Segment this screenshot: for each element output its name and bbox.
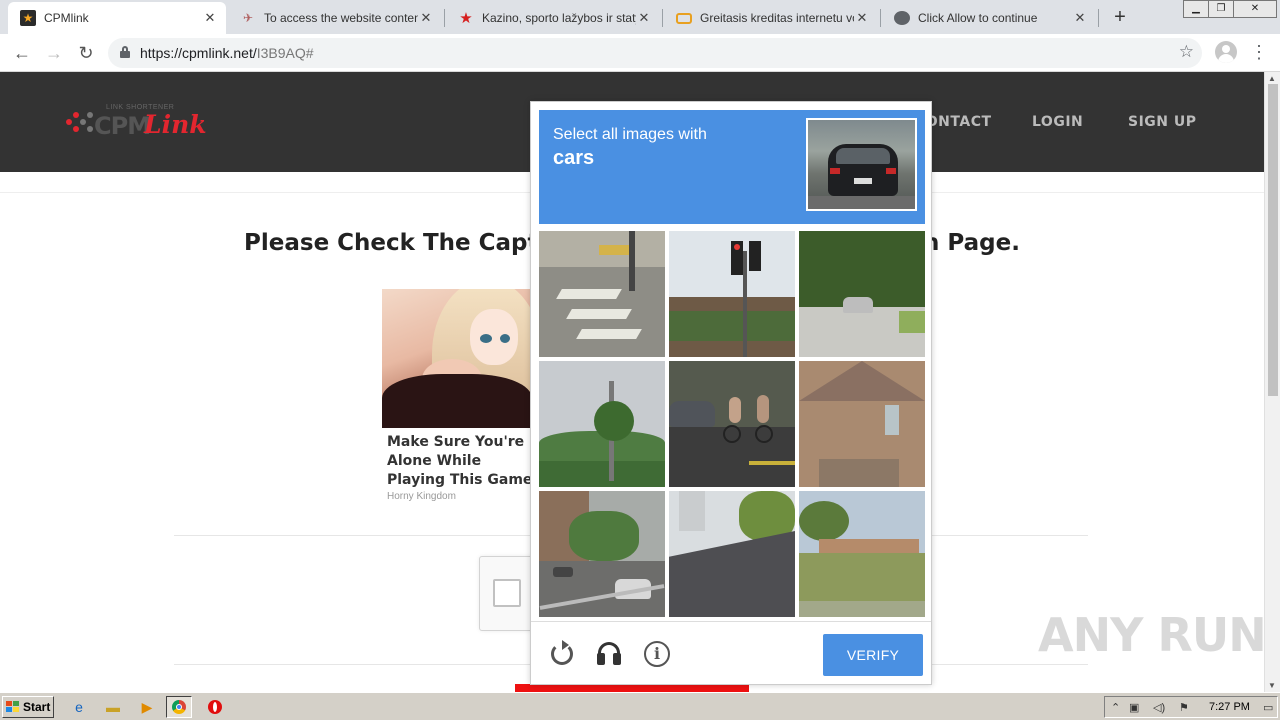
captcha-tile-brick-house[interactable] bbox=[799, 361, 925, 487]
ad-card[interactable]: Make Sure You're Alone While Playing Thi… bbox=[382, 289, 532, 509]
scroll-up-icon[interactable]: ▲ bbox=[1268, 74, 1276, 83]
window-close-button[interactable]: ✕ bbox=[1233, 0, 1277, 18]
nav-sign-up[interactable]: SIGN UP bbox=[1128, 114, 1197, 130]
tab-bar: ★ CPMlink ✕ ✈ To access the website cont… bbox=[0, 0, 1280, 34]
tab-separator bbox=[880, 9, 881, 27]
captcha-tile-park-building[interactable] bbox=[799, 491, 925, 617]
logo-cpm-text: CPM bbox=[94, 112, 151, 140]
tab-title: Click Allow to continue bbox=[918, 11, 1038, 25]
captcha-footer: i VERIFY bbox=[531, 621, 931, 685]
tab-access-content[interactable]: ✈ To access the website content, ✕ bbox=[228, 2, 442, 34]
ad-source: Horny Kingdom bbox=[387, 491, 456, 502]
close-icon[interactable]: ✕ bbox=[854, 10, 870, 26]
captcha-grid bbox=[539, 231, 925, 617]
tab-cpmlink[interactable]: ★ CPMlink ✕ bbox=[8, 2, 226, 34]
vertical-scrollbar[interactable]: ▲ ▼ bbox=[1264, 72, 1280, 692]
captcha-tile-car-on-road[interactable] bbox=[799, 231, 925, 357]
red-star-icon: ★ bbox=[459, 9, 473, 27]
folder-icon[interactable]: ▬ bbox=[100, 696, 126, 718]
reload-challenge-icon[interactable] bbox=[548, 640, 576, 668]
tray-expand-icon[interactable]: ⌃ bbox=[1111, 701, 1120, 714]
menu-dots-icon[interactable]: ⋮ bbox=[1250, 43, 1268, 63]
start-button[interactable]: Start bbox=[2, 696, 54, 718]
tab-greitasis[interactable]: Greitasis kreditas internetu vos ✕ bbox=[664, 2, 878, 34]
logo-link-text: Link bbox=[144, 110, 207, 139]
windows-taskbar: Start e ▬ ▶ ⌃ ▣ ◁) ⚑ 7:27 PM ▭ bbox=[0, 692, 1280, 720]
lock-icon bbox=[120, 46, 130, 58]
windows-logo-icon bbox=[6, 701, 20, 713]
captcha-tile-rooftop[interactable] bbox=[669, 491, 795, 617]
forward-arrow-icon[interactable]: → bbox=[42, 41, 66, 65]
media-player-icon[interactable]: ▶ bbox=[134, 696, 160, 718]
system-tray: ⌃ ▣ ◁) ⚑ 7:27 PM ▭ bbox=[1104, 696, 1278, 718]
info-icon[interactable]: i bbox=[643, 640, 671, 668]
captcha-target: cars bbox=[553, 147, 595, 169]
recaptcha-checkbox[interactable] bbox=[493, 579, 521, 607]
close-icon[interactable]: ✕ bbox=[1072, 10, 1088, 26]
captcha-header: Select all images with cars bbox=[539, 110, 925, 224]
cpmlink-logo[interactable]: LINK SHORTENER CPM Link bbox=[66, 102, 207, 142]
new-tab-button[interactable]: + bbox=[1108, 5, 1132, 29]
captcha-sample-image bbox=[806, 118, 917, 211]
tab-title: To access the website content, bbox=[264, 11, 418, 25]
bird-icon: ✈ bbox=[242, 11, 254, 25]
flag-icon[interactable]: ⚑ bbox=[1179, 701, 1189, 714]
scrollbar-thumb[interactable] bbox=[1268, 84, 1278, 396]
star-icon: ★ bbox=[20, 10, 36, 26]
verify-button[interactable]: VERIFY bbox=[823, 634, 923, 676]
tab-title: Greitasis kreditas internetu vos bbox=[700, 11, 854, 25]
globe-icon bbox=[894, 11, 910, 25]
volume-icon[interactable]: ◁) bbox=[1153, 701, 1165, 714]
tab-separator bbox=[444, 9, 445, 27]
bookmark-star-icon[interactable]: ☆ bbox=[1179, 42, 1194, 62]
browser-toolbar: ← → ↻ https://cpmlink.net/I3B9AQ# ☆ bbox=[0, 34, 1280, 72]
network-icon[interactable]: ▣ bbox=[1129, 701, 1139, 714]
tab-separator bbox=[1098, 9, 1099, 27]
chat-icon bbox=[676, 12, 692, 24]
captcha-tile-bicycles-car[interactable] bbox=[669, 361, 795, 487]
nav-login[interactable]: LOGIN bbox=[1032, 114, 1083, 130]
chrome-icon[interactable] bbox=[166, 696, 192, 718]
captcha-tile-street-cars[interactable] bbox=[539, 491, 665, 617]
start-label: Start bbox=[23, 700, 51, 714]
tab-click-allow[interactable]: Click Allow to continue ✕ bbox=[882, 2, 1096, 34]
address-bar[interactable]: https://cpmlink.net/I3B9AQ# ☆ bbox=[108, 38, 1202, 68]
tab-title: CPMlink bbox=[44, 11, 89, 25]
url-text: https://cpmlink.net/I3B9AQ# bbox=[140, 45, 314, 61]
back-arrow-icon[interactable]: ← bbox=[10, 41, 34, 65]
tab-kazino[interactable]: ★ Kazino, sporto lažybos ir statym ✕ bbox=[446, 2, 660, 34]
red-banner[interactable] bbox=[515, 684, 749, 692]
close-icon[interactable]: ✕ bbox=[418, 10, 434, 26]
anyrun-watermark: ANY RUN bbox=[1038, 608, 1267, 662]
scroll-down-icon[interactable]: ▼ bbox=[1268, 681, 1276, 690]
ad-headline[interactable]: Make Sure You're Alone While Playing Thi… bbox=[387, 433, 537, 490]
minimize-button[interactable]: ▁ bbox=[1183, 0, 1209, 18]
clock[interactable]: 7:27 PM bbox=[1209, 701, 1250, 713]
captcha-challenge: Select all images with cars i VERIFY bbox=[530, 101, 932, 685]
maximize-button[interactable]: ❐ bbox=[1208, 0, 1234, 18]
captcha-prompt: Select all images with bbox=[553, 126, 707, 143]
close-icon[interactable]: ✕ bbox=[202, 10, 218, 26]
headphones-icon[interactable] bbox=[595, 640, 623, 668]
captcha-tile-traffic-light[interactable] bbox=[669, 231, 795, 357]
reload-icon[interactable]: ↻ bbox=[74, 41, 98, 65]
tab-title: Kazino, sporto lažybos ir statym bbox=[482, 11, 636, 25]
captcha-tile-crosswalk[interactable] bbox=[539, 231, 665, 357]
profile-avatar-icon[interactable] bbox=[1215, 41, 1237, 63]
ad-image[interactable] bbox=[382, 289, 532, 428]
internet-explorer-icon[interactable]: e bbox=[66, 696, 92, 718]
close-icon[interactable]: ✕ bbox=[636, 10, 652, 26]
show-desktop-icon[interactable]: ▭ bbox=[1263, 701, 1273, 714]
opera-icon[interactable] bbox=[202, 696, 228, 718]
tab-separator bbox=[662, 9, 663, 27]
captcha-tile-trees-pole[interactable] bbox=[539, 361, 665, 487]
